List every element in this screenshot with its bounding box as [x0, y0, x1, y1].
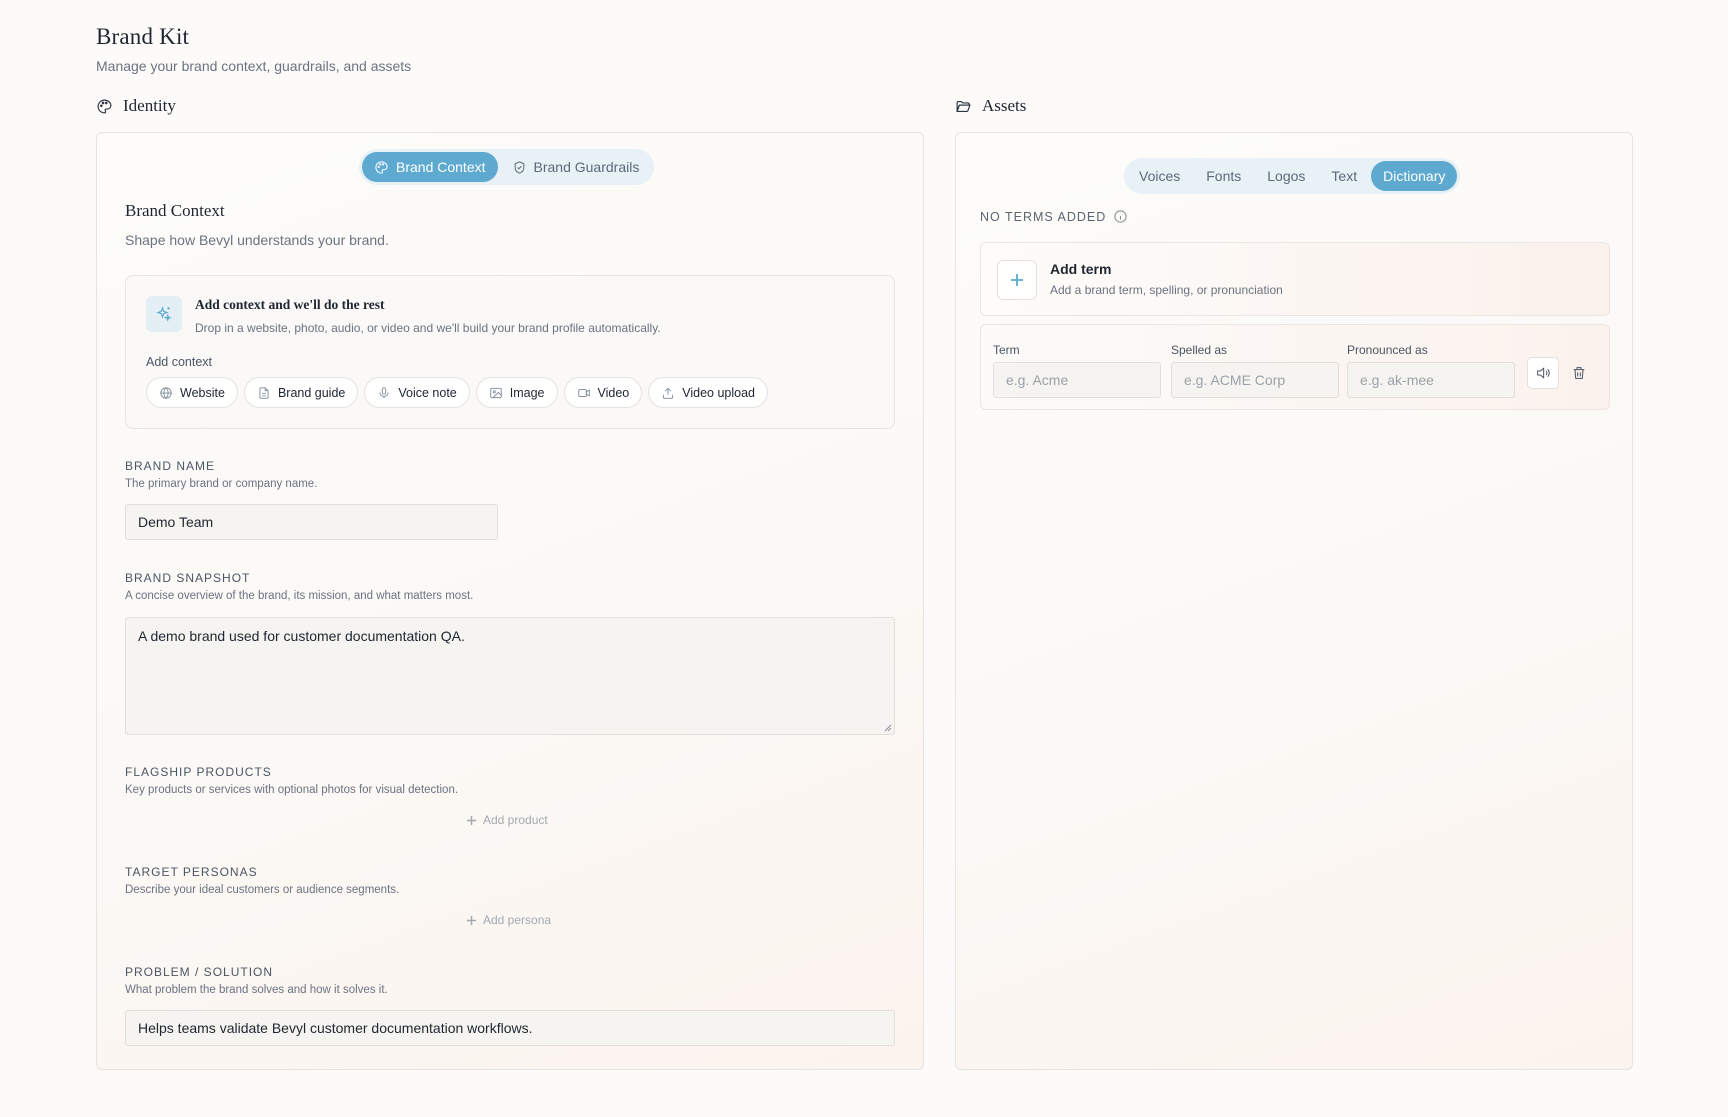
plus-icon — [466, 815, 477, 825]
tab-label: Brand Context — [396, 159, 486, 175]
assets-panel: Voices Fonts Logos Text Dictionary NO TE… — [955, 132, 1633, 1070]
website-chip[interactable]: Website — [146, 377, 238, 408]
chip-label: Brand guide — [277, 385, 346, 400]
resize-grip-icon[interactable] — [884, 724, 892, 732]
term-column: Term e.g. Acme — [993, 343, 1161, 398]
image-chip[interactable]: Image — [475, 377, 558, 408]
palette-icon — [97, 99, 112, 113]
brand-context-heading: Brand Context — [125, 201, 225, 220]
flagship-products-label: FLAGSHIP PRODUCTS — [125, 765, 272, 779]
add-term-button[interactable]: Add term Add a brand term, spelling, or … — [980, 242, 1610, 316]
brand-name-input[interactable]: Demo Team — [125, 504, 498, 540]
add-persona-label: Add persona — [483, 913, 552, 927]
chip-label: Website — [180, 385, 225, 400]
add-context-title: Add context and we'll do the rest — [195, 297, 385, 312]
term-label: Term — [993, 343, 1020, 357]
sparkles-icon — [146, 296, 182, 332]
plus-icon — [997, 260, 1037, 300]
asset-tabs: Voices Fonts Logos Text Dictionary — [1124, 158, 1461, 194]
voice-note-chip[interactable]: Voice note — [364, 377, 470, 408]
chip-label: Voice note — [398, 385, 457, 400]
video-chip[interactable]: Video — [563, 377, 643, 408]
brand-context-description: Shape how Bevyl understands your brand. — [125, 232, 389, 248]
chip-label: Image — [509, 385, 545, 400]
plus-icon — [466, 915, 477, 925]
identity-section-title: Identity — [123, 96, 176, 115]
folder-open-icon — [956, 100, 971, 112]
identity-tabs: Brand Context Brand Guardrails — [359, 149, 655, 185]
term-input[interactable]: e.g. Acme — [993, 362, 1161, 398]
add-term-description: Add a brand term, spelling, or pronuncia… — [1050, 283, 1283, 297]
page-title: Brand Kit — [96, 24, 190, 49]
assets-section-label: Assets — [955, 96, 1026, 116]
pronounced-as-input[interactable]: e.g. ak-mee — [1347, 362, 1515, 398]
dictionary-status-text: NO TERMS ADDED — [980, 209, 1107, 224]
page-header: Brand Kit Manage your brand context, gua… — [96, 24, 411, 74]
shield-icon — [514, 160, 524, 174]
problem-solution-label: PROBLEM / SOLUTION — [125, 965, 274, 979]
context-source-chips: Website Brand guide Voice note Image Vid… — [146, 377, 769, 408]
tab-fonts[interactable]: Fonts — [1194, 161, 1253, 191]
palette-icon — [375, 160, 388, 174]
brand-guide-chip[interactable]: Brand guide — [243, 377, 359, 408]
image-icon — [490, 387, 502, 398]
brand-snapshot-help: A concise overview of the brand, its mis… — [125, 590, 474, 602]
spelled-as-column: Spelled as e.g. ACME Corp — [1171, 343, 1339, 398]
dictionary-status: NO TERMS ADDED — [980, 209, 1128, 224]
add-context-label: Add context — [146, 355, 213, 369]
tab-logos[interactable]: Logos — [1255, 161, 1317, 191]
info-icon[interactable] — [1113, 209, 1128, 224]
delete-term-button[interactable] — [1563, 357, 1595, 389]
tab-text[interactable]: Text — [1319, 161, 1369, 191]
globe-icon — [160, 386, 172, 399]
brand-snapshot-label: BRAND SNAPSHOT — [125, 571, 251, 585]
video-camera-icon — [577, 388, 590, 397]
problem-solution-help: What problem the brand solves and how it… — [125, 984, 388, 996]
add-product-label: Add product — [483, 813, 548, 827]
pronounced-as-column: Pronounced as e.g. ak-mee — [1347, 343, 1515, 398]
spelled-as-input[interactable]: e.g. ACME Corp — [1171, 362, 1339, 398]
upload-icon — [663, 387, 674, 399]
microphone-icon — [379, 386, 389, 398]
brand-snapshot-value: A demo brand used for customer documenta… — [138, 628, 465, 644]
play-pronunciation-button[interactable] — [1527, 357, 1559, 389]
assets-section-title: Assets — [982, 96, 1027, 115]
identity-section-label: Identity — [96, 96, 176, 116]
page-subtitle: Manage your brand context, guardrails, a… — [96, 58, 412, 74]
trash-icon — [1573, 367, 1585, 379]
tab-dictionary[interactable]: Dictionary — [1371, 161, 1458, 191]
add-context-description: Drop in a website, photo, audio, or vide… — [195, 321, 661, 335]
add-persona-button[interactable]: Add persona — [466, 913, 551, 927]
problem-solution-input[interactable]: Helps teams validate Bevyl customer docu… — [125, 1010, 895, 1046]
tab-brand-context[interactable]: Brand Context — [362, 152, 498, 182]
speaker-icon — [1537, 367, 1550, 379]
tab-label: Brand Guardrails — [533, 159, 640, 175]
video-upload-chip[interactable]: Video upload — [648, 377, 769, 408]
target-personas-help: Describe your ideal customers or audienc… — [125, 884, 400, 896]
chip-label: Video — [597, 385, 630, 400]
add-context-card: Add context and we'll do the rest Drop i… — [125, 275, 895, 429]
spelled-as-label: Spelled as — [1171, 343, 1228, 357]
brand-name-label: BRAND NAME — [125, 459, 216, 473]
document-icon — [259, 386, 269, 399]
target-personas-label: TARGET PERSONAS — [125, 865, 258, 879]
chip-label: Video upload — [682, 385, 756, 400]
flagship-products-help: Key products or services with optional p… — [125, 784, 459, 796]
identity-panel: Brand Context Brand Guardrails Brand Con… — [96, 132, 924, 1070]
tab-brand-guardrails[interactable]: Brand Guardrails — [500, 152, 652, 182]
add-product-button[interactable]: Add product — [466, 813, 548, 827]
tab-voices[interactable]: Voices — [1127, 161, 1192, 191]
add-term-title: Add term — [1050, 261, 1112, 277]
pronounced-as-label: Pronounced as — [1347, 343, 1428, 357]
brand-snapshot-textarea[interactable]: A demo brand used for customer documenta… — [125, 617, 895, 735]
brand-name-help: The primary brand or company name. — [125, 478, 318, 490]
term-row: Term e.g. Acme Spelled as e.g. ACME Corp… — [980, 324, 1610, 410]
